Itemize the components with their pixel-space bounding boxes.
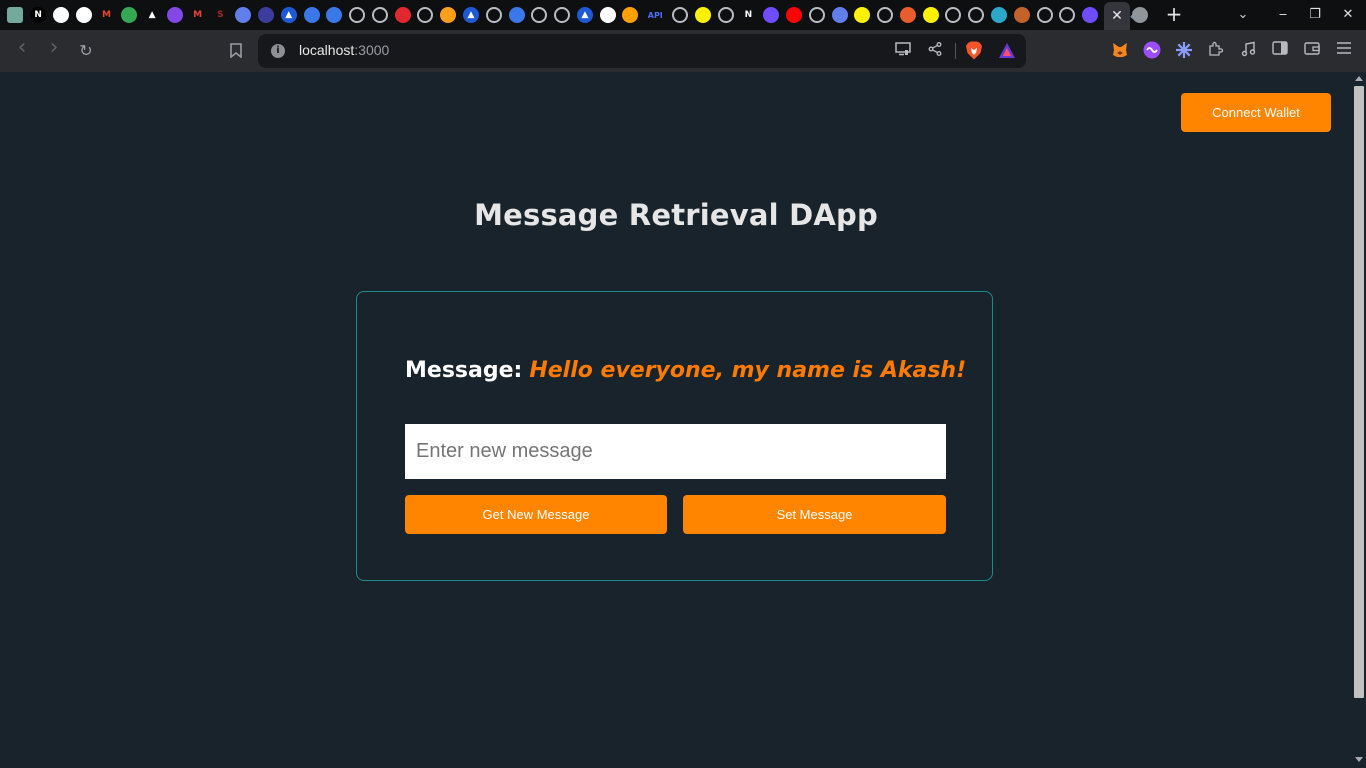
maximize-button[interactable]: ❐ <box>1301 3 1329 27</box>
url-text[interactable]: localhost:3000 <box>299 42 389 58</box>
hardhat-icon[interactable] <box>694 7 711 23</box>
active-tab[interactable]: ✕ <box>1104 2 1130 30</box>
chainlink-icon[interactable] <box>899 7 916 23</box>
brave-rewards-icon[interactable] <box>998 42 1016 59</box>
alchemy-icon[interactable]: ▲ <box>576 7 593 23</box>
puzzle-icon[interactable] <box>1207 41 1225 59</box>
loading-icon[interactable] <box>877 7 894 23</box>
firebase-icon[interactable] <box>622 7 639 23</box>
hardhat-icon[interactable] <box>922 7 939 23</box>
github-icon[interactable] <box>371 7 388 23</box>
site-info-icon[interactable]: i <box>271 44 285 58</box>
github-icon[interactable] <box>52 7 69 23</box>
api-icon[interactable]: API <box>645 7 665 23</box>
arweave-icon[interactable]: ▲ <box>144 7 160 23</box>
scroll-down-arrow-icon[interactable] <box>1355 757 1363 762</box>
new-message-input[interactable] <box>405 424 946 479</box>
browser-toolbar: ‹ › ↻ i localhost:3000 <box>0 30 1366 72</box>
tab-strip: NM▲MS▲▲▲APINN🔊 ✕ + ⌄ ‒ ❐ ✕ <box>0 0 1366 30</box>
globe-icon[interactable] <box>1036 7 1053 23</box>
ethereum-icon[interactable] <box>257 7 274 23</box>
globe-icon[interactable] <box>485 7 502 23</box>
bookmark-icon <box>230 43 242 59</box>
menu-icon[interactable] <box>1335 41 1353 59</box>
message-card: Message: Hello everyone, my name is Akas… <box>356 291 993 581</box>
ethereum-icon[interactable] <box>831 7 848 23</box>
scrollbar[interactable] <box>1352 72 1366 768</box>
divider <box>955 43 956 59</box>
forward-button[interactable]: › <box>44 37 64 59</box>
gmail-icon[interactable]: M <box>99 7 115 23</box>
ethereum-icon[interactable] <box>235 7 252 23</box>
globe-icon[interactable] <box>349 7 366 23</box>
github-icon[interactable] <box>672 7 689 23</box>
extension-icon[interactable] <box>1143 41 1161 59</box>
sidebar-icon[interactable] <box>1271 41 1289 59</box>
chatgpt-icon[interactable] <box>7 7 24 23</box>
hardhat-icon[interactable] <box>854 7 871 23</box>
tab-search-button[interactable]: ⌄ <box>1232 4 1254 26</box>
gmail-icon[interactable]: M <box>190 7 206 23</box>
globe-icon[interactable] <box>531 7 548 23</box>
globe-icon[interactable] <box>554 7 571 23</box>
page-title: Message Retrieval DApp <box>474 198 878 232</box>
wallet-icon[interactable] <box>1303 41 1321 59</box>
github-icon[interactable] <box>75 7 92 23</box>
alchemy-icon[interactable]: ▲ <box>463 7 480 23</box>
close-window-button[interactable]: ✕ <box>1334 3 1362 27</box>
alchemy-icon[interactable] <box>303 7 320 23</box>
alchemy-icon[interactable]: ▲ <box>280 7 297 23</box>
back-button[interactable]: ‹ <box>12 37 32 59</box>
alchemy-icon[interactable] <box>326 7 343 23</box>
rainbow-icon[interactable] <box>440 7 457 23</box>
notion-icon[interactable]: N <box>740 7 756 23</box>
reload-button[interactable]: ↻ <box>76 41 96 61</box>
close-tab-icon[interactable]: ✕ <box>1111 8 1123 24</box>
chrome-dev-icon[interactable] <box>121 7 138 23</box>
github-icon[interactable] <box>717 7 734 23</box>
globe-icon[interactable] <box>417 7 434 23</box>
message-label: Message: <box>405 358 523 383</box>
globe-icon[interactable] <box>1132 7 1148 23</box>
chart-icon[interactable] <box>599 7 616 23</box>
minimize-button[interactable]: ‒ <box>1269 3 1297 27</box>
get-new-message-button[interactable]: Get New Message <box>405 495 667 534</box>
extension-icon[interactable] <box>1175 41 1193 59</box>
media-icon[interactable] <box>1239 41 1257 59</box>
new-tab-button[interactable]: + <box>1163 3 1185 25</box>
roblox-icon[interactable] <box>394 7 411 23</box>
set-message-button[interactable]: Set Message <box>683 495 946 534</box>
youtube-icon[interactable] <box>785 7 802 23</box>
scroll-thumb[interactable] <box>1354 86 1364 698</box>
message-value: Hello everyone, my name is Akash! <box>529 358 967 383</box>
cast-icon[interactable] <box>894 42 912 60</box>
url-port: :3000 <box>354 42 390 58</box>
scroll-up-arrow-icon[interactable] <box>1355 76 1363 81</box>
connect-wallet-button[interactable]: Connect Wallet <box>1181 93 1331 132</box>
share-icon[interactable] <box>926 42 944 60</box>
page-content: Connect Wallet Message Retrieval DApp Me… <box>0 72 1352 768</box>
bookmark-button[interactable] <box>226 41 246 61</box>
address-bar[interactable]: i localhost:3000 <box>258 34 1026 68</box>
graph-icon[interactable] <box>763 7 780 23</box>
message-display: Message: Hello everyone, my name is Akas… <box>405 358 966 383</box>
tab-list: NM▲MS▲▲▲APINN🔊 <box>4 4 1147 26</box>
globe-icon[interactable] <box>968 7 985 23</box>
eye-icon[interactable] <box>990 7 1007 23</box>
solidity-icon[interactable]: S <box>212 7 228 23</box>
ethereum-icon[interactable] <box>1013 7 1030 23</box>
globe-icon[interactable] <box>808 7 825 23</box>
globe-icon[interactable] <box>1059 7 1076 23</box>
url-host: localhost <box>299 42 355 58</box>
graph-icon[interactable] <box>1082 7 1099 23</box>
globe-icon[interactable] <box>945 7 962 23</box>
metamask-icon[interactable] <box>1111 41 1129 59</box>
brave-shields-icon[interactable] <box>965 41 983 60</box>
polygon-icon[interactable] <box>166 7 183 23</box>
nextjs-icon[interactable]: N <box>30 7 47 23</box>
polygon-icon[interactable] <box>508 7 525 23</box>
